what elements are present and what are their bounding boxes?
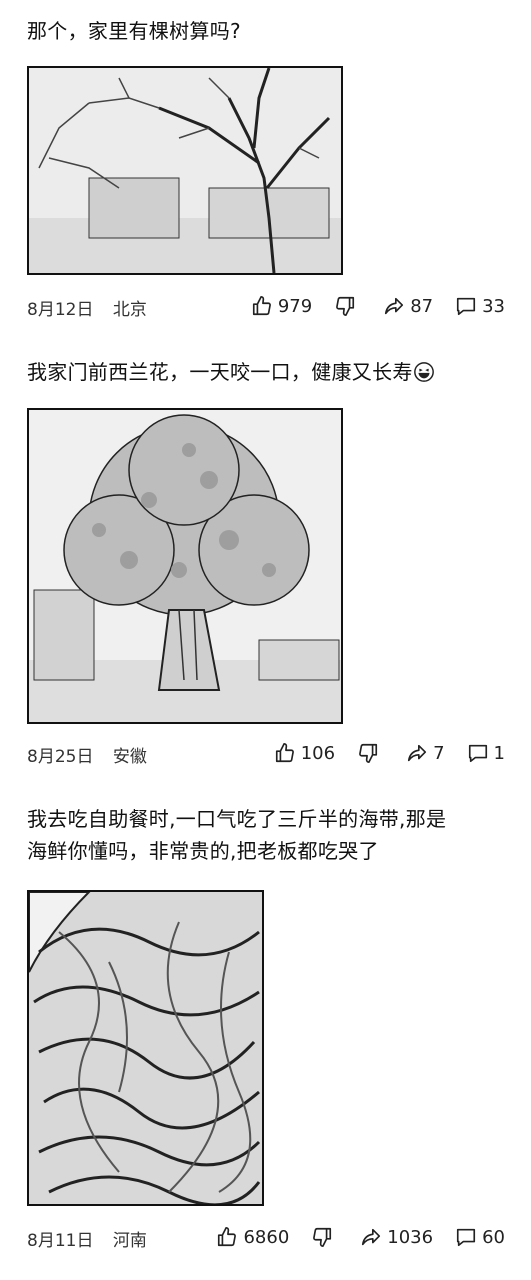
post-image-seaweed[interactable]	[27, 890, 264, 1206]
thumbs-down-icon	[311, 1226, 333, 1248]
post-location: 北京	[112, 300, 147, 320]
dislike-button[interactable]	[334, 295, 361, 317]
share-arrow-icon	[406, 742, 428, 764]
post-date: 8月25日	[27, 747, 94, 767]
post-actions: 979 87 33	[229, 291, 505, 321]
comment-bubble-icon	[455, 295, 477, 317]
post-text: 我家门前西兰花，一天咬一口，健康又长寿	[27, 356, 507, 388]
share-button[interactable]: 1036	[360, 1226, 433, 1248]
post-text: 我去吃自助餐时,一口气吃了三斤半的海带,那是 海鲜你懂吗，非常贵的,把老板都吃哭…	[27, 803, 507, 867]
post-date: 8月12日	[27, 300, 94, 320]
like-button[interactable]: 106	[274, 742, 335, 764]
post-text-content: 我家门前西兰花，一天咬一口，健康又长寿	[27, 360, 413, 384]
comment-button[interactable]: 33	[455, 295, 505, 317]
comment-count: 1	[493, 742, 505, 764]
share-button[interactable]: 87	[383, 295, 433, 317]
share-count: 7	[433, 742, 445, 764]
post-location: 河南	[112, 1231, 147, 1251]
tree-photo-icon	[29, 68, 341, 273]
seaweed-photo-icon	[29, 892, 262, 1204]
thumbs-up-icon	[274, 742, 296, 764]
comment-bubble-icon	[467, 742, 489, 764]
share-count: 1036	[387, 1226, 434, 1248]
post-meta-left: 8月12日 北京	[27, 295, 161, 320]
comment-button[interactable]: 1	[467, 742, 505, 764]
post-meta: 8月25日 安徽 106 7 1	[27, 738, 505, 768]
like-button[interactable]: 6860	[216, 1226, 289, 1248]
dislike-button[interactable]	[311, 1226, 338, 1248]
post-text: 那个，家里有棵树算吗?	[27, 19, 241, 43]
post-meta: 8月12日 北京 979 87 33	[27, 291, 505, 321]
post-actions: 106 7 1	[252, 738, 505, 768]
comment-button[interactable]: 60	[455, 1226, 505, 1248]
laughing-tears-emoji-icon	[413, 360, 435, 382]
thumbs-up-icon	[251, 295, 273, 317]
post-image-broccoli-tree[interactable]	[27, 408, 343, 724]
thumbs-up-icon	[216, 1226, 238, 1248]
post-text-line-2: 海鲜你懂吗，非常贵的,把老板都吃哭了	[27, 839, 379, 863]
comment-count: 60	[482, 1226, 505, 1248]
thumbs-down-icon	[334, 295, 356, 317]
share-arrow-icon	[383, 295, 405, 317]
post-meta-left: 8月11日 河南	[27, 1226, 161, 1251]
like-count: 979	[277, 295, 313, 317]
post-text-line-1: 我去吃自助餐时,一口气吃了三斤半的海带,那是	[27, 807, 447, 831]
thumbs-down-icon	[357, 742, 379, 764]
broccoli-tree-photo-icon	[29, 410, 341, 722]
share-arrow-icon	[360, 1226, 382, 1248]
post-actions: 6860 1036 60	[194, 1222, 505, 1252]
post-meta-left: 8月25日 安徽	[27, 742, 161, 767]
dislike-button[interactable]	[357, 742, 384, 764]
post-location: 安徽	[112, 747, 147, 767]
post-meta: 8月11日 河南 6860 1036 60	[27, 1222, 505, 1252]
share-button[interactable]: 7	[406, 742, 445, 764]
post-image-tree[interactable]	[27, 66, 343, 275]
like-count: 106	[300, 742, 336, 764]
comment-count: 33	[482, 295, 505, 317]
comment-bubble-icon	[455, 1226, 477, 1248]
like-button[interactable]: 979	[251, 295, 312, 317]
post-date: 8月11日	[27, 1231, 94, 1251]
like-count: 6860	[243, 1226, 290, 1248]
share-count: 87	[410, 295, 434, 317]
